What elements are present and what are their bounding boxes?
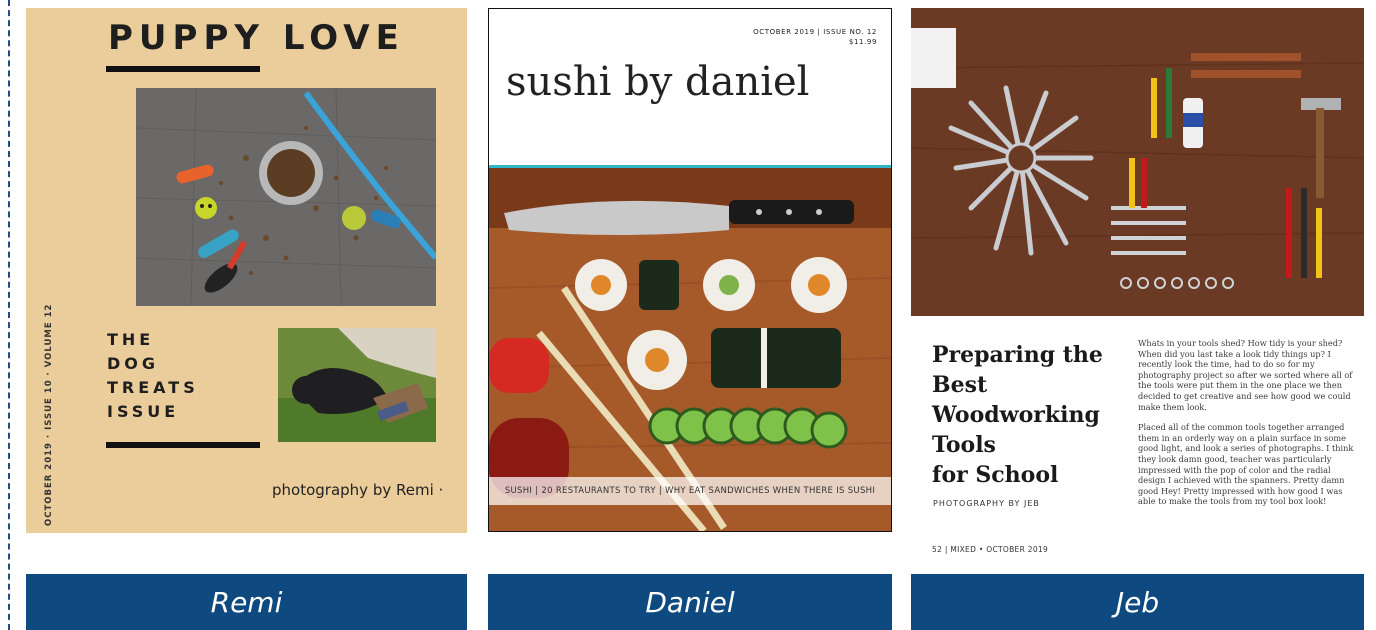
dog-treats-flatlay-photo (136, 88, 436, 306)
cover-title: PUPPY LOVE (108, 18, 405, 58)
page-footer: 52 | MIXED • OCTOBER 2019 (932, 545, 1049, 554)
headline-line: Best (932, 372, 988, 398)
cover-title: sushi by daniel (506, 59, 810, 105)
headline-line: Woodworking (932, 402, 1100, 428)
magazine-cover-sushi-by-daniel[interactable]: OCTOBER 2019 | ISSUE NO. 12 $11.99 sushi… (488, 8, 892, 532)
caption-daniel[interactable]: Daniel (488, 574, 892, 630)
cover-meta: OCTOBER 2019 | ISSUE NO. 12 $11.99 (753, 27, 877, 47)
body-paragraph: Whats in your tools shed? How tidy is yo… (1138, 338, 1353, 412)
photo-credit: photography by Remi · (272, 481, 444, 499)
article-body: Whats in your tools shed? How tidy is yo… (1138, 338, 1358, 517)
title-underline (106, 66, 260, 72)
woodworking-tools-radial-photo (911, 8, 1364, 316)
headline-line: Tools (932, 432, 996, 458)
issue-heading: THE DOG TREATS ISSUE (107, 328, 199, 424)
body-paragraph: Placed all of the common tools together … (1138, 422, 1354, 507)
price: $11.99 (848, 38, 877, 46)
dashed-left-border (8, 0, 10, 630)
issue-line: DOG (107, 354, 160, 373)
cover-lines-strip: SUSHI | 20 RESTAURANTS TO TRY | WHY EAT … (489, 477, 891, 505)
vertical-issue-info: OCTOBER 2019 · ISSUE 10 · VOLUME 12 (44, 303, 54, 526)
magazine-cover-puppy-love[interactable]: PUPPY LOVE THE DOG TREATS ISSUE photogra… (26, 8, 467, 533)
issue-line: TREATS (107, 378, 199, 397)
caption-jeb[interactable]: Jeb (911, 574, 1364, 630)
article-headline: Preparing the Best Woodworking Tools for… (932, 340, 1103, 490)
magazine-page-woodworking-tools[interactable]: Preparing the Best Woodworking Tools for… (911, 8, 1364, 568)
puppy-on-grass-photo (278, 328, 436, 442)
headline-line: Preparing the (932, 342, 1103, 368)
headline-line: for School (932, 462, 1059, 488)
issue-info: OCTOBER 2019 | ISSUE NO. 12 (753, 28, 877, 36)
issue-line: THE (107, 330, 155, 349)
caption-remi[interactable]: Remi (26, 574, 467, 630)
issue-line: ISSUE (107, 402, 180, 421)
article-byline: PHOTOGRAPHY BY JEB (933, 499, 1040, 508)
issue-underline (106, 442, 260, 448)
